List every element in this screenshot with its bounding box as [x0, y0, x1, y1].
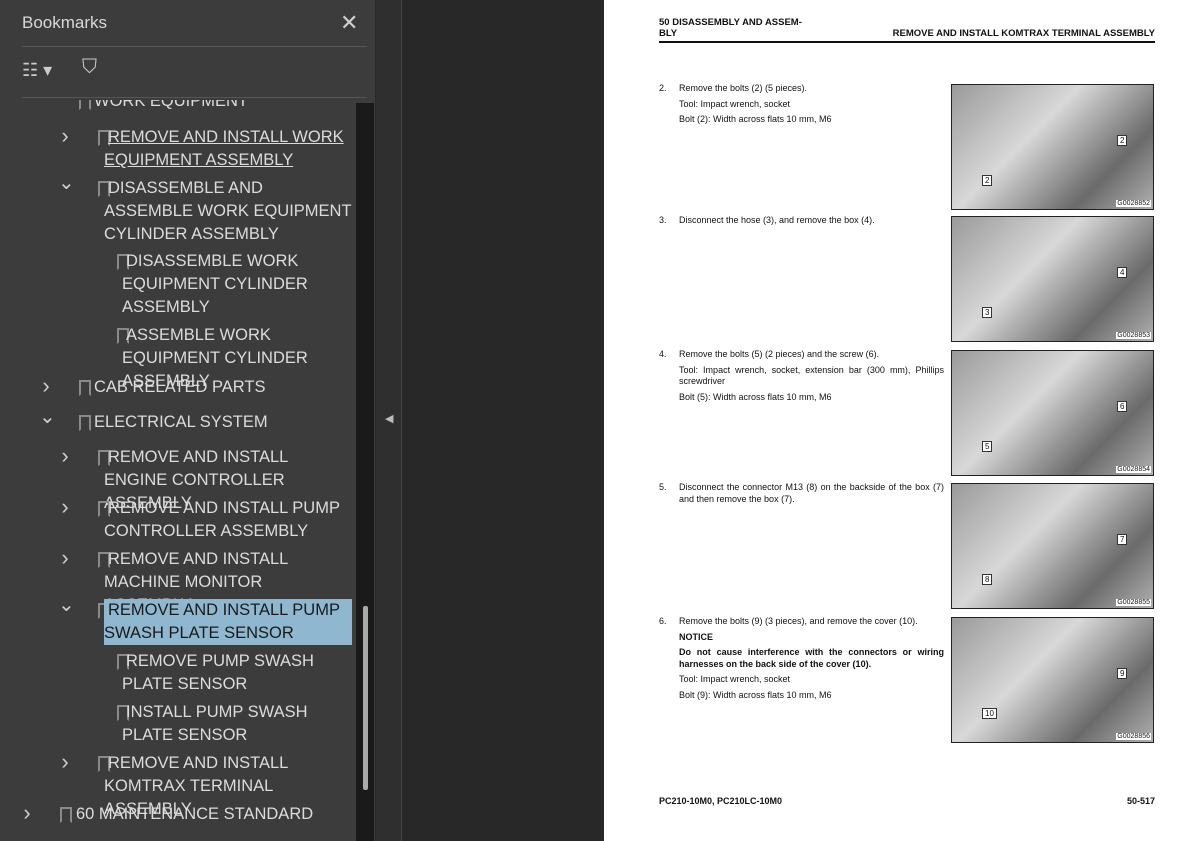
bookmark-item[interactable]: DISASSEMBLE WORK EQUIPMENT CYLINDER ASSE…	[0, 250, 356, 319]
bookmark-label[interactable]: DISASSEMBLE AND ASSEMBLE WORK EQUIPMENT …	[104, 177, 352, 246]
step-number: 3.	[659, 215, 667, 225]
step-text: NOTICE	[679, 631, 714, 642]
bookmark-tree: WORK EQUIPMENT › REMOVE AND INSTALL WORK E…	[0, 100, 356, 841]
figure-callout: 3	[982, 307, 993, 318]
bookmark-item[interactable]: INSTALL PUMP SWASH PLATE SENSOR	[0, 701, 356, 747]
figure-id: G0028856	[1116, 733, 1151, 740]
figure-callout: 6	[1117, 401, 1128, 412]
chevron-down-icon[interactable]: ⌄	[58, 594, 75, 617]
bookmark-item[interactable]: ⌄ REMOVE AND INSTALL PUMP SWASH PLATE SEN…	[0, 594, 356, 645]
document-page: 50 DISASSEMBLY AND ASSEM- BLY REMOVE AND…	[604, 0, 1200, 841]
procedure-step: 6. Remove the bolts (9) (3 pieces), and r…	[659, 616, 944, 705]
chevron-right-icon[interactable]: ›	[39, 374, 53, 397]
bookmark-label[interactable]: CAB RELATED PARTS	[90, 376, 352, 399]
bookmark-item[interactable]: › REMOVE AND INSTALL ENGINE CONTROLLER AS…	[0, 444, 356, 512]
chevron-right-icon[interactable]: ›	[58, 124, 72, 147]
figure-id: G0028854	[1116, 466, 1151, 473]
figure-photo: G0028856 9 10	[951, 617, 1154, 743]
divider	[22, 97, 367, 98]
step-text: Remove the bolts (2) (5 pieces).	[679, 83, 808, 93]
chevron-right-icon[interactable]: ›	[58, 750, 72, 773]
bookmark-label[interactable]: REMOVE AND INSTALL PUMP SWASH PLATE SENS…	[104, 599, 352, 645]
bookmark-label[interactable]: 60 MAINTENANCE STANDARD	[72, 803, 352, 826]
step-text: Disconnect the hose (3), and remove the …	[679, 215, 875, 225]
figure-photo: G0028855 7 8	[951, 483, 1154, 609]
header-rule	[659, 41, 1155, 43]
step-text: Disconnect the connector M13 (8) on the …	[679, 482, 944, 504]
bookmark-item[interactable]: ASSEMBLE WORK EQUIPMENT CYLINDER ASSEMBL…	[0, 324, 356, 390]
bookmark-label[interactable]: INSTALL PUMP SWASH PLATE SENSOR	[122, 701, 352, 747]
step-number: 2.	[659, 83, 667, 93]
procedure-step: 2. Remove the bolts (2) (5 pieces). Tool: …	[659, 83, 944, 130]
figure-callout: 8	[982, 574, 993, 585]
bookmarks-panel: Bookmarks ✕ ☷ ▾ ⛉ WORK EQUIPMENT › REMOVE …	[0, 0, 376, 841]
bookmark-icon	[60, 807, 72, 823]
bookmark-item[interactable]: REMOVE PUMP SWASH PLATE SENSOR	[0, 650, 356, 696]
bookmark-item[interactable]: › REMOVE AND INSTALL PUMP CONTROLLER ASSE…	[0, 495, 356, 543]
bookmark-label[interactable]: DISASSEMBLE WORK EQUIPMENT CYLINDER ASSE…	[122, 250, 352, 319]
figure-callout: 4	[1117, 267, 1128, 278]
bookmark-label[interactable]: WORK EQUIPMENT	[90, 100, 352, 113]
chevron-right-icon[interactable]: ›	[20, 801, 34, 824]
figure-callout: 7	[1117, 534, 1128, 545]
bookmark-label[interactable]: REMOVE AND INSTALL PUMP CONTROLLER ASSEM…	[104, 497, 352, 543]
step-text: Tool: Impact wrench, socket	[679, 674, 791, 684]
footer-model: PC210-10M0, PC210LC-10M0	[659, 796, 783, 806]
procedure-step: 3. Disconnect the hose (3), and remove th…	[659, 215, 944, 231]
figure-callout: 9	[1117, 668, 1128, 679]
chevron-right-icon[interactable]: ›	[58, 546, 72, 569]
step-text: Remove the bolts (9) (3 pieces), and rem…	[679, 616, 918, 626]
bookmark-item[interactable]: ›REMOVE AND INSTALL MACHINE MONITOR ASSE…	[0, 546, 356, 614]
footer-page-number: 50-517	[1126, 796, 1155, 806]
step-number: 5.	[659, 482, 667, 492]
figure-photo: G0028854 6 5	[951, 350, 1154, 476]
figure-id: G0028853	[1116, 332, 1151, 339]
figure-id: G0028852	[1116, 200, 1151, 207]
procedure-step: 5. Disconnect the connector M13 (8) on th…	[659, 482, 944, 509]
divider	[22, 46, 367, 47]
bookmark-label[interactable]: REMOVE PUMP SWASH PLATE SENSOR	[122, 650, 352, 696]
bookmark-item[interactable]: › 60 MAINTENANCE STANDARD	[0, 801, 356, 826]
close-icon[interactable]: ✕	[340, 10, 358, 36]
bookmark-label[interactable]: REMOVE AND INSTALL WORK EQUIPMENT ASSEMB…	[104, 126, 352, 172]
figure-callout: 2	[982, 175, 993, 186]
find-current-bookmark-icon[interactable]: ⛉	[82, 56, 97, 79]
chevron-right-icon[interactable]: ›	[58, 495, 72, 518]
bookmark-item[interactable]: WORK EQUIPMENT	[0, 100, 356, 113]
step-number: 4.	[659, 349, 667, 359]
scrollbar-thumb[interactable]	[363, 606, 368, 790]
bookmark-item[interactable]: ⌄ DISASSEMBLE AND ASSEMBLE WORK EQUIPMENT…	[0, 172, 356, 246]
chevron-down-icon[interactable]: ⌄	[39, 406, 56, 429]
step-text: Bolt (2): Width across flats 10 mm, M6	[679, 114, 832, 124]
step-text: Bolt (5): Width across flats 10 mm, M6	[679, 391, 832, 402]
step-text: Do not cause interference with the conne…	[679, 647, 944, 669]
chevron-right-icon[interactable]: ›	[58, 444, 72, 467]
figure-callout: 10	[982, 708, 997, 719]
header-section: 50 DISASSEMBLY AND ASSEM- BLY	[659, 17, 802, 39]
step-text: Bolt (9): Width across flats 10 mm, M6	[679, 689, 832, 700]
bookmark-label[interactable]: ELECTRICAL SYSTEM	[90, 411, 352, 434]
figure-photo: G0028853 4 3	[951, 216, 1154, 342]
step-number: 6.	[659, 616, 667, 626]
step-text: Tool: Impact wrench, socket, extension b…	[679, 364, 944, 387]
chevron-down-icon[interactable]: ⌄	[58, 172, 75, 195]
panel-title: Bookmarks	[22, 13, 108, 32]
figure-id: G0028855	[1116, 599, 1151, 606]
step-text: Remove the bolts (5) (2 pieces) and the …	[679, 349, 880, 359]
bookmark-item[interactable]: › REMOVE AND INSTALL KOMTRAX TERMINAL ASS…	[0, 750, 356, 818]
collapse-panel-icon[interactable]: ◀	[385, 412, 393, 425]
procedure-step: 4. Remove the bolts (5) (2 pieces) and th…	[659, 349, 944, 407]
bookmark-item[interactable]: › CAB RELATED PARTS	[0, 374, 356, 399]
figure-photo: G0028852 2 2	[951, 84, 1154, 210]
options-menu-icon[interactable]: ☷ ▾	[22, 60, 62, 82]
header-title: REMOVE AND INSTALL KOMTRAX TERMINAL ASSE…	[892, 28, 1155, 39]
step-text: Tool: Impact wrench, socket	[679, 98, 791, 109]
figure-callout: 2	[1117, 135, 1128, 146]
bookmark-item[interactable]: › REMOVE AND INSTALL WORK EQUIPMENT ASSEM…	[0, 124, 356, 172]
figure-callout: 5	[982, 441, 993, 452]
bookmark-item[interactable]: ⌄ ELECTRICAL SYSTEM	[0, 406, 356, 434]
